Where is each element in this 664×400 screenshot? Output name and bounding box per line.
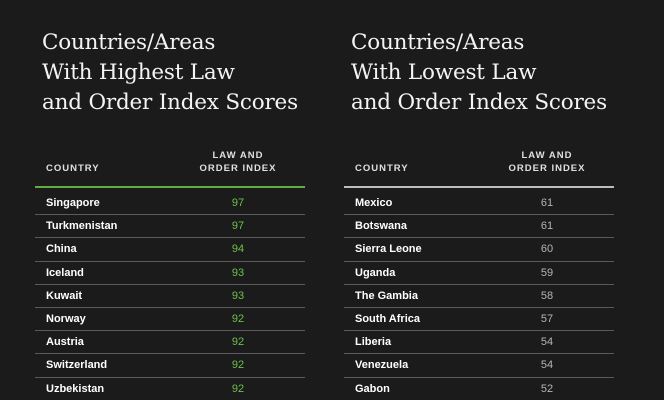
highest-row-score: 93 (231, 266, 245, 279)
lowest-country-column-header: COUNTRY (355, 163, 409, 174)
highest-row-score: 93 (231, 289, 245, 302)
highest-row-score: 92 (231, 312, 245, 325)
highest-row-country: Kuwait (46, 289, 83, 302)
highest-index-header-line-2: ORDER INDEX (199, 163, 277, 174)
highest-title-line-2: With Highest Law (42, 60, 235, 85)
lowest-row-score: 54 (540, 336, 554, 349)
highest-row-score: 92 (231, 359, 245, 372)
lowest-row-country: The Gambia (355, 289, 418, 302)
lowest-title-line-2: With Lowest Law (351, 60, 537, 85)
highest-panel-title: Countries/Areas With Highest Law and Ord… (42, 28, 332, 118)
highest-index-column-header: LAW AND ORDER INDEX (175, 149, 301, 175)
highest-row-score: 97 (231, 220, 245, 233)
highest-table-body: Singapore 97 Turkmenistan 97 China 94 Iceland 9… (35, 192, 305, 400)
highest-table-row: Turkmenistan 97 (35, 215, 305, 239)
highest-row-score: 97 (231, 197, 245, 209)
lowest-index-column-header: LAW AND ORDER INDEX (484, 149, 610, 175)
lowest-table-row: Liberia 54 (344, 331, 614, 355)
lowest-title-line-3: and Order Index Scores (351, 90, 607, 115)
highest-table-row: Uzbekistan 92 (35, 378, 305, 400)
highest-row-country: Iceland (46, 266, 84, 279)
highest-title-line-3: and Order Index Scores (42, 90, 298, 115)
lowest-row-score: 60 (540, 243, 554, 256)
lowest-table-body: Mexico 61 Botswana 61 Sierra Leone 60 Uganda 59… (344, 192, 614, 400)
highest-table-row: Kuwait 93 (35, 285, 305, 308)
highest-row-country: Singapore (46, 197, 100, 209)
lowest-row-country: Botswana (355, 220, 407, 233)
lowest-row-country: Venezuela (355, 359, 409, 372)
highest-title-line-1: Countries/Areas (42, 30, 216, 55)
highest-header-divider (35, 186, 305, 188)
highest-row-country: Turkmenistan (46, 220, 118, 233)
highest-row-score: 94 (231, 243, 245, 256)
highest-row-country: Norway (46, 312, 86, 325)
highest-table-row: Iceland 93 (35, 262, 305, 285)
lowest-row-country: Uganda (355, 266, 396, 279)
lowest-row-score: 59 (540, 266, 554, 279)
lowest-table-row: Gabon 52 (344, 378, 614, 400)
lowest-table-row: Botswana 61 (344, 215, 614, 239)
highest-row-country: Austria (46, 336, 84, 349)
lowest-row-score: 54 (540, 359, 554, 372)
lowest-row-score: 61 (540, 220, 554, 233)
highest-country-column-header: COUNTRY (46, 163, 100, 174)
lowest-header-divider (344, 186, 614, 188)
highest-table-row: Singapore 97 (35, 192, 305, 216)
lowest-table-row: South Africa 57 (344, 308, 614, 332)
lowest-row-country: Gabon (355, 382, 390, 395)
lowest-row-score: 61 (540, 197, 554, 209)
lowest-index-header-line-2: ORDER INDEX (508, 163, 586, 174)
lowest-table-row: Venezuela 54 (344, 354, 614, 378)
highest-table-row: Austria 92 (35, 331, 305, 355)
highest-row-country: Switzerland (46, 359, 108, 372)
lowest-row-score: 52 (540, 382, 554, 395)
lowest-table-row: The Gambia 58 (344, 285, 614, 308)
lowest-table-row: Uganda 59 (344, 262, 614, 285)
highest-table-row: Norway 92 (35, 308, 305, 332)
lowest-row-score: 58 (540, 289, 554, 302)
lowest-panel-title: Countries/Areas With Lowest Law and Orde… (351, 28, 641, 118)
lowest-row-country: Liberia (355, 336, 392, 349)
lowest-table-row: Sierra Leone 60 (344, 238, 614, 262)
highest-table-row: China 94 (35, 238, 305, 262)
highest-row-score: 92 (231, 382, 245, 395)
highest-table-row: Switzerland 92 (35, 354, 305, 378)
lowest-row-country: Mexico (355, 197, 393, 209)
lowest-row-country: South Africa (355, 312, 420, 325)
lowest-row-country: Sierra Leone (355, 243, 422, 256)
highest-row-country: China (46, 243, 77, 256)
highest-row-score: 92 (231, 336, 245, 349)
lowest-table-row: Mexico 61 (344, 192, 614, 216)
lowest-row-score: 57 (540, 312, 554, 325)
highest-row-country: Uzbekistan (46, 382, 105, 395)
highest-index-header-line-1: LAW AND (212, 150, 264, 161)
lowest-index-header-line-1: LAW AND (521, 150, 573, 161)
lowest-title-line-1: Countries/Areas (351, 30, 525, 55)
